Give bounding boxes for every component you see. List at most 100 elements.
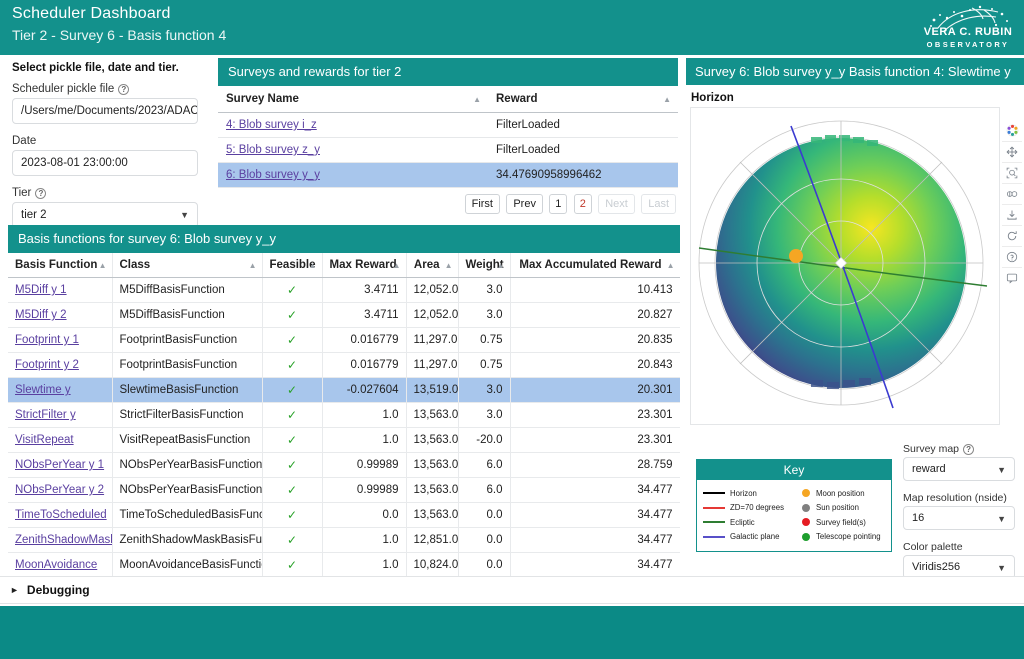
table-row[interactable]: StrictFilter yStrictFilterBasisFunction✓… [8,403,680,428]
basis-weight-cell: 0.0 [458,528,510,553]
table-row[interactable]: VisitRepeatVisitRepeatBasisFunction✓1.01… [8,428,680,453]
key-dot-label: Moon position [816,489,865,498]
sort-ascending-icon: ▲ [99,261,107,270]
reset-icon[interactable] [1002,225,1022,246]
basis-function-link[interactable]: Footprint y 1 [15,334,79,346]
surveys-pager-last[interactable]: Last [641,194,676,214]
chevron-down-icon: ▼ [997,507,1006,530]
basis-table-header-row: Basis Function ▲ Class ▲ Feasible ▲ Max … [8,253,680,278]
table-row[interactable]: NObsPerYear y 2NObsPerYearBasisFunction✓… [8,478,680,503]
sort-ascending-icon: ▲ [309,261,317,270]
table-row[interactable]: 4: Blob survey i_zFilterLoaded [218,113,678,138]
basis-function-link[interactable]: Footprint y 2 [15,359,79,371]
surveys-pager-first[interactable]: First [465,194,500,214]
box-zoom-icon[interactable] [1002,162,1022,183]
table-row[interactable]: TimeToScheduledTimeToScheduledBasisFunct… [8,503,680,528]
table-row[interactable]: NObsPerYear y 1NObsPerYearBasisFunction✓… [8,453,680,478]
survey-link[interactable]: 4: Blob survey i_z [226,119,317,131]
pickle-file-input[interactable]: /Users/me/Documents/2023/ADACS/Pan [12,98,198,124]
basis-area-cell: 13,563.0 [406,503,458,528]
basis-function-link[interactable]: NObsPerYear y 2 [15,484,104,496]
basis-max-accumulated-reward-cell: 34.477 [510,528,680,553]
basis-function-cell: M5Diff y 2 [8,303,112,328]
basis-max-accumulated-reward-cell: 23.301 [510,428,680,453]
sky-map-card-title: Survey 6: Blob survey y_y Basis function… [686,58,1024,85]
map-resolution-select-value: 16 [912,512,924,524]
survey-map-select[interactable]: reward ▼ [903,457,1015,481]
survey-name-cell: 6: Blob survey y_y [218,163,488,188]
basis-col-max-reward[interactable]: Max Reward ▲ [322,253,406,278]
basis-feasible-cell: ✓ [262,528,322,553]
basis-function-link[interactable]: M5Diff y 1 [15,284,67,296]
table-row[interactable]: 5: Blob survey z_yFilterLoaded [218,138,678,163]
key-dots-column: Moon positionSun positionSurvey field(s)… [794,486,885,544]
tier-label: Tier ? [12,187,208,199]
horizon-sky-plot[interactable] [690,107,1000,425]
sort-ascending-icon: ▲ [473,95,481,104]
map-resolution-select[interactable]: 16 ▼ [903,506,1015,530]
tier-select-value: tier 2 [21,209,47,221]
tier-label-text: Tier [12,187,31,199]
pan-icon[interactable] [1002,141,1022,162]
key-dot-item: Moon position [794,486,885,501]
basis-col-basis-function[interactable]: Basis Function ▲ [8,253,112,278]
basis-col-weight[interactable]: Weight ▲ [458,253,510,278]
basis-function-link[interactable]: MoonAvoidance [15,559,97,571]
chevron-down-icon: ▼ [180,203,189,227]
table-row[interactable]: M5Diff y 2M5DiffBasisFunction✓3.471112,0… [8,303,680,328]
wheel-zoom-icon[interactable] [1002,183,1022,204]
surveys-pager-page-2[interactable]: 2 [574,194,592,214]
basis-col-class[interactable]: Class ▲ [112,253,262,278]
basis-col-max-accumulated-reward[interactable]: Max Accumulated Reward ▲ [510,253,680,278]
scheduler-dashboard-page: Scheduler Dashboard Tier 2 - Survey 6 - … [0,0,1024,659]
page-footer [0,606,1024,659]
chevron-down-icon: ▼ [997,458,1006,481]
basis-function-link[interactable]: TimeToScheduled [15,509,107,521]
table-row[interactable]: Slewtime ySlewtimeBasisFunction✓-0.02760… [8,378,680,403]
surveys-pager-page-1[interactable]: 1 [549,194,567,214]
surveys-col-survey-name[interactable]: Survey Name ▲ [218,86,488,113]
basis-function-link[interactable]: VisitRepeat [15,434,74,446]
survey-link[interactable]: 6: Blob survey y_y [226,169,320,181]
basis-col-area[interactable]: Area ▲ [406,253,458,278]
basis-feasible-cell: ✓ [262,353,322,378]
table-row[interactable]: ZenithShadowMaskZenithShadowMaskBasisFun… [8,528,680,553]
surveys-col-reward[interactable]: Reward ▲ [488,86,678,113]
table-row[interactable]: MoonAvoidance MoonAvoidanceBasisFunction✓… [8,553,680,578]
key-line-label: ZD=70 degrees [730,503,784,512]
basis-function-link[interactable]: NObsPerYear y 1 [15,459,104,471]
survey-reward-cell: 34.47690958996462 [488,163,678,188]
key-line-label: Ecliptic [730,518,755,527]
save-icon[interactable] [1002,204,1022,225]
key-line-swatch [703,507,725,509]
basis-weight-cell: 6.0 [458,478,510,503]
help-icon[interactable]: ? [118,84,129,95]
help-icon[interactable]: ? [35,188,46,199]
basis-table-scroll[interactable]: Basis Function ▲ Class ▲ Feasible ▲ Max … [8,253,680,603]
basis-function-link[interactable]: StrictFilter y [15,409,76,421]
sort-ascending-icon: ▲ [497,261,505,270]
hover-icon[interactable] [1002,267,1022,288]
help-icon[interactable] [1002,246,1022,267]
table-row[interactable]: Footprint y 2FootprintBasisFunction✓0.01… [8,353,680,378]
basis-col-feasible[interactable]: Feasible ▲ [262,253,322,278]
basis-function-link[interactable]: ZenithShadowMask [15,534,112,546]
help-icon[interactable]: ? [963,444,974,455]
table-row[interactable]: Footprint y 1FootprintBasisFunction✓0.01… [8,328,680,353]
basis-feasible-cell: ✓ [262,553,322,578]
surveys-pager-prev[interactable]: Prev [506,194,543,214]
basis-function-link[interactable]: Slewtime y [15,384,71,396]
plot-toolbar [1002,120,1024,288]
basis-max-accumulated-reward-cell: 10.413 [510,278,680,303]
key-line-swatch [703,492,725,494]
date-input[interactable]: 2023-08-01 23:00:00 [12,150,198,176]
debugging-accordion[interactable]: ► Debugging [0,576,1024,604]
survey-link[interactable]: 5: Blob survey z_y [226,144,320,156]
table-row[interactable]: M5Diff y 1M5DiffBasisFunction✓3.471112,0… [8,278,680,303]
surveys-pager-next[interactable]: Next [598,194,635,214]
basis-function-link[interactable]: M5Diff y 2 [15,309,67,321]
sky-map-figure [691,108,999,424]
basis-class-cell: MoonAvoidanceBasisFunction [112,553,262,578]
table-row[interactable]: 6: Blob survey y_y 34.47690958996462 [218,163,678,188]
basis-area-cell: 12,052.0 [406,303,458,328]
